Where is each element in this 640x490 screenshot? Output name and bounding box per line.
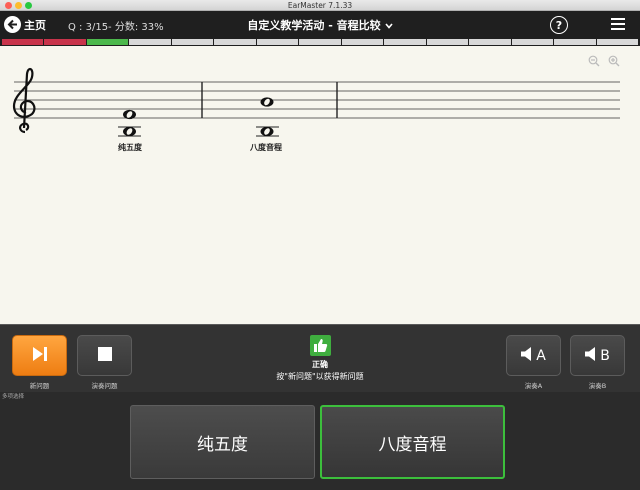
earmaster-window: EarMaster 7.1.33 主页 Q : 3/15- 分数: 33% 自定…	[0, 0, 640, 490]
feedback-panel: 正确 按"新问题"以获得新问题	[230, 335, 410, 382]
interval-a-label: 纯五度	[118, 143, 142, 152]
play-b-caption: 演奏B	[588, 382, 607, 390]
answer-section-label: 多项选择	[2, 394, 25, 400]
progress-segment-12	[469, 39, 511, 45]
feedback-hint: 按"新问题"以获得新问题	[276, 372, 364, 381]
play-a-button[interactable]: A	[506, 335, 561, 376]
answer-area: 多项选择 纯五度 八度音程	[0, 392, 640, 490]
help-button[interactable]: ?	[550, 16, 568, 34]
window-titlebar: EarMaster 7.1.33	[0, 0, 640, 11]
thumbs-up-icon	[309, 335, 331, 356]
home-button[interactable]: 主页	[4, 15, 46, 34]
play-b-button[interactable]: B	[570, 335, 625, 376]
play-a-caption: 演奏A	[524, 382, 543, 390]
progress-segment-11	[426, 39, 469, 45]
play-question-caption: 演奏问题	[91, 382, 118, 390]
interval-b-notes	[256, 97, 279, 137]
back-arrow-icon	[4, 16, 21, 33]
progress-segment-7	[256, 39, 299, 45]
score-view: 纯五度 八度音程	[0, 46, 640, 324]
play-a-letter: A	[536, 347, 546, 364]
progress-segment-2	[44, 39, 86, 45]
progress-segment-8	[299, 39, 341, 45]
play-b-letter: B	[600, 347, 610, 364]
progress-segment-14	[554, 39, 596, 45]
progress-segment-13	[511, 39, 554, 45]
music-staff	[12, 67, 620, 137]
window-title: EarMaster 7.1.33	[287, 1, 353, 10]
progress-segment-3	[86, 39, 129, 45]
home-label: 主页	[24, 18, 46, 32]
score-status: Q : 3/15- 分数: 33%	[68, 22, 164, 33]
stop-icon	[97, 346, 112, 365]
new-question-caption: 新问题	[29, 382, 50, 390]
progress-segment-6	[214, 39, 256, 45]
progress-segment-1	[2, 39, 44, 45]
new-question-button[interactable]	[12, 335, 67, 376]
progress-segment-10	[384, 39, 426, 45]
progress-segment-9	[341, 39, 384, 45]
speaker-icon	[521, 346, 533, 365]
interval-b-label: 八度音程	[250, 143, 282, 152]
answer-option-octave[interactable]: 八度音程	[320, 405, 505, 479]
chevron-down-icon[interactable]	[385, 22, 393, 32]
progress-segment-5	[171, 39, 214, 45]
activity-title: 自定义教学活动 - 音程比较	[247, 19, 381, 32]
play-question-button[interactable]	[77, 335, 132, 376]
speaker-icon	[585, 346, 597, 365]
control-bar: 新问题 演奏问题 正确 按"新问题"以获得新问题 A 演奏A B 演奏B	[0, 324, 640, 392]
hamburger-menu-icon[interactable]	[611, 18, 625, 31]
progress-segment-4	[129, 39, 171, 45]
answer-option-perfect-fifth[interactable]: 纯五度	[130, 405, 315, 479]
next-icon	[31, 346, 49, 366]
question-progress-bar	[0, 38, 640, 46]
feedback-title: 正确	[312, 360, 328, 369]
app-header: 主页 Q : 3/15- 分数: 33% 自定义教学活动 - 音程比较 ?	[0, 11, 640, 38]
interval-a-notes	[118, 109, 141, 137]
treble-clef-icon	[12, 67, 36, 134]
progress-segment-15	[596, 39, 639, 45]
